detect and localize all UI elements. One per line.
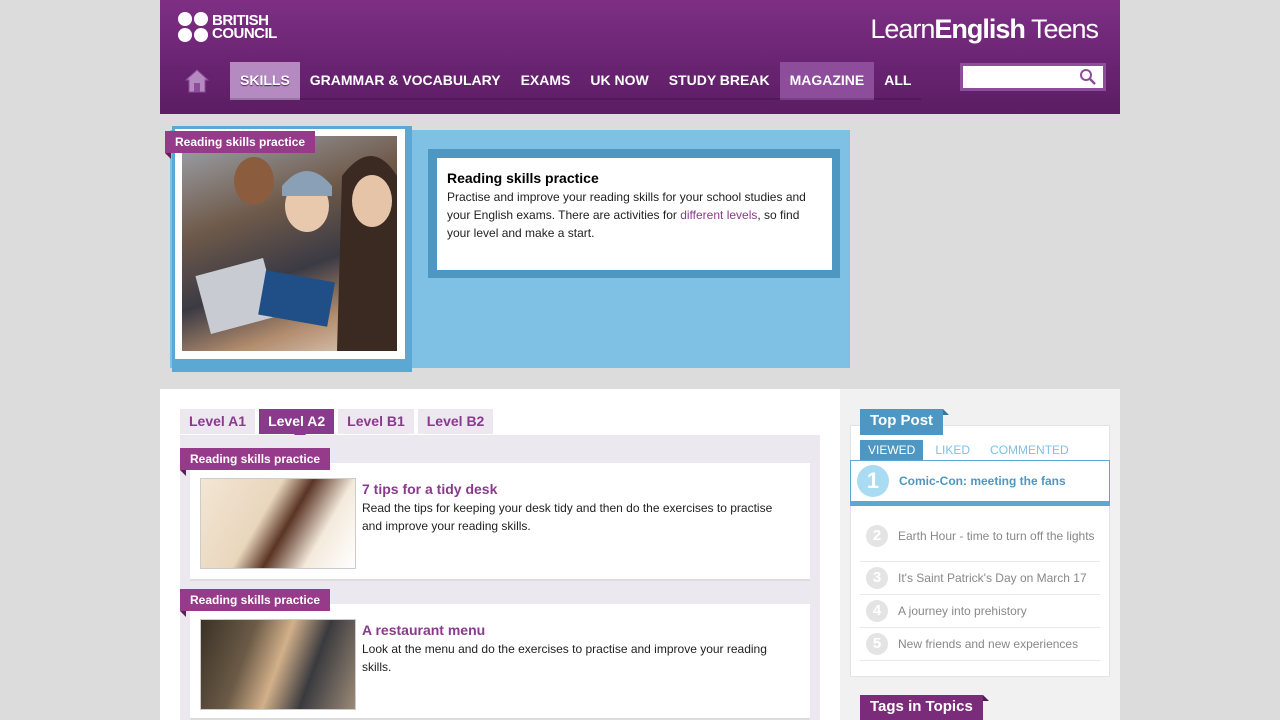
british-council-logo[interactable]: BRITISH COUNCIL: [178, 12, 277, 42]
nav-all[interactable]: ALL: [874, 62, 922, 100]
hero-title: Reading skills practice: [447, 170, 599, 186]
item-category-ribbon: Reading skills practice: [180, 589, 331, 617]
rank-number: 1: [857, 465, 889, 497]
hero-category-ribbon: Reading skills practice: [165, 131, 316, 159]
search-icon[interactable]: [1079, 68, 1097, 86]
top-post-title[interactable]: Comic-Con: meeting the fans: [899, 472, 1066, 490]
tab-commented[interactable]: COMMENTED: [982, 440, 1077, 460]
top-post-item[interactable]: 4 A journey into prehistory: [860, 595, 1100, 628]
search-box: [960, 63, 1106, 91]
nav-study-break[interactable]: STUDY BREAK: [658, 62, 780, 100]
nav-uk-now[interactable]: UK NOW: [580, 62, 659, 100]
search-input[interactable]: [963, 66, 1103, 88]
rank-number: 4: [866, 600, 888, 622]
top-post-item[interactable]: 1 Comic-Con: meeting the fans: [850, 460, 1110, 506]
tab-level-b1[interactable]: Level B1: [338, 409, 414, 434]
tab-level-b2[interactable]: Level B2: [417, 409, 494, 434]
top-post-title[interactable]: A journey into prehistory: [898, 602, 1027, 620]
nav-exams[interactable]: EXAMS: [510, 62, 581, 100]
logo-line2: COUNCIL: [212, 25, 277, 42]
nav-magazine[interactable]: MAGAZINE: [779, 62, 875, 100]
top-post-title[interactable]: It's Saint Patrick's Day on March 17: [898, 569, 1087, 587]
top-post-item[interactable]: 3 It's Saint Patrick's Day on March 17: [860, 562, 1100, 595]
item-thumbnail[interactable]: [200, 619, 356, 710]
top-post-title[interactable]: Earth Hour - time to turn off the lights: [898, 527, 1095, 545]
site-title[interactable]: LearnEnglish Teens: [870, 14, 1099, 45]
different-levels-link[interactable]: different levels: [680, 208, 757, 222]
list-item[interactable]: 7 tips for a tidy desk Read the tips for…: [190, 463, 810, 581]
site-header: BRITISH COUNCIL LearnEnglish Teens SKILL…: [160, 0, 1120, 114]
nav-grammar-vocabulary[interactable]: GRAMMAR & VOCABULARY: [299, 62, 511, 100]
tab-level-a2[interactable]: Level A2: [259, 409, 335, 442]
main-nav: SKILLS GRAMMAR & VOCABULARY EXAMS UK NOW…: [174, 62, 922, 100]
hero-description: Practise and improve your reading skills…: [447, 190, 806, 240]
tab-liked[interactable]: LIKED: [927, 440, 978, 460]
nav-home[interactable]: [174, 62, 220, 100]
home-icon: [184, 69, 210, 93]
top-post-item[interactable]: 5 New friends and new experiences: [860, 628, 1100, 661]
top-post-list: 1 Comic-Con: meeting the fans 2 Earth Ho…: [850, 460, 1110, 661]
list-item[interactable]: A restaurant menu Look at the menu and d…: [190, 604, 810, 720]
main-content: Level A1 Level A2 Level B1 Level B2 7 ti…: [160, 389, 840, 720]
rank-number: 3: [866, 567, 888, 589]
tags-in-topics-heading: Tags in Topics: [860, 695, 989, 720]
item-description: Read the tips for keeping your desk tidy…: [362, 501, 773, 533]
item-title[interactable]: 7 tips for a tidy desk: [362, 481, 497, 497]
item-description: Look at the menu and do the exercises to…: [362, 642, 767, 674]
top-post-heading: Top Post: [860, 409, 950, 435]
level-tabs: Level A1 Level A2 Level B1 Level B2: [180, 409, 497, 442]
rank-number: 5: [866, 633, 888, 655]
hero-card: Reading skills practice Practise and imp…: [437, 158, 832, 270]
hero-photo: [182, 136, 397, 351]
tab-viewed[interactable]: VIEWED: [860, 440, 924, 460]
top-post-tabs: VIEWED LIKED COMMENTED: [860, 440, 1081, 460]
item-thumbnail[interactable]: [200, 478, 356, 569]
tab-level-a1[interactable]: Level A1: [180, 409, 256, 434]
rank-number: 2: [866, 524, 888, 547]
item-title[interactable]: A restaurant menu: [362, 622, 485, 638]
item-category-ribbon: Reading skills practice: [180, 448, 331, 476]
nav-skills[interactable]: SKILLS: [230, 62, 300, 100]
logo-dots-icon: [178, 12, 208, 42]
top-post-item[interactable]: 2 Earth Hour - time to turn off the ligh…: [860, 510, 1100, 562]
top-post-title[interactable]: New friends and new experiences: [898, 635, 1078, 653]
